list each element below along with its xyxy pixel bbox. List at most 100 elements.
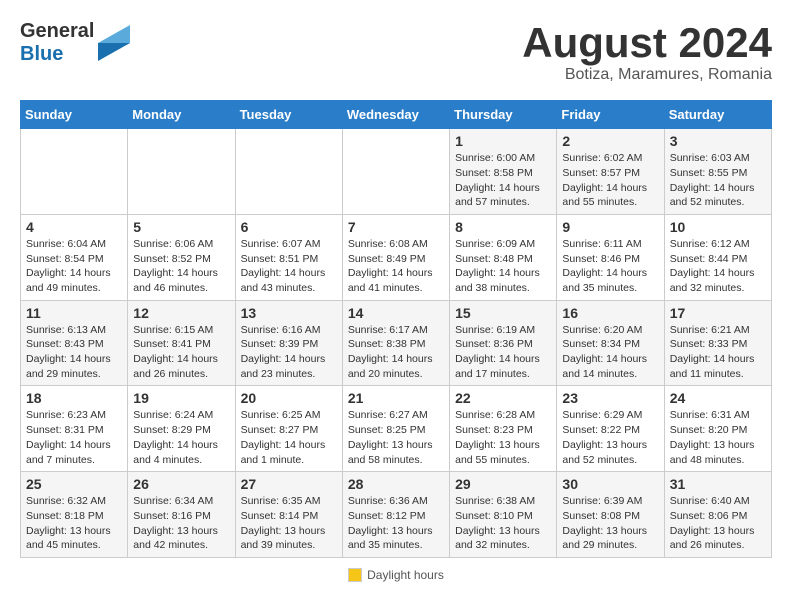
calendar-cell: 24 Sunrise: 6:31 AMSunset: 8:20 PMDayligh… — [664, 386, 771, 472]
logo-icon — [98, 25, 130, 61]
day-number: 18 — [26, 390, 122, 406]
day-info: Sunrise: 6:12 AMSunset: 8:44 PMDaylight:… — [670, 237, 766, 296]
day-number: 15 — [455, 305, 551, 321]
day-number: 6 — [241, 219, 337, 235]
day-info: Sunrise: 6:11 AMSunset: 8:46 PMDaylight:… — [562, 237, 658, 296]
calendar-cell: 28 Sunrise: 6:36 AMSunset: 8:12 PMDayligh… — [342, 472, 449, 558]
day-info: Sunrise: 6:03 AMSunset: 8:55 PMDaylight:… — [670, 151, 766, 210]
week-row-5: 25Sunrise: 6:32 AMSunset: 8:18 PMDayligh… — [21, 472, 772, 558]
col-header-thursday: Thursday — [450, 101, 557, 129]
calendar-cell: 14Sunrise: 6:17 AMSunset: 8:38 PMDayligh… — [342, 300, 449, 386]
calendar-cell — [128, 129, 235, 215]
day-info: Sunrise: 6:19 AMSunset: 8:36 PMDaylight:… — [455, 323, 551, 382]
day-number: 28 — [348, 476, 444, 492]
day-info: Sunrise: 6:25 AMSunset: 8:27 PMDaylight:… — [241, 408, 337, 467]
day-number: 23 — [562, 390, 658, 406]
day-info: Sunrise: 6:38 AMSunset: 8:10 PMDaylight:… — [455, 494, 551, 553]
calendar-cell: 16 Sunrise: 6:20 AMSunset: 8:34 PMDayligh… — [557, 300, 664, 386]
calendar-cell: 20 Sunrise: 6:25 AMSunset: 8:27 PMDayligh… — [235, 386, 342, 472]
day-number: 26 — [133, 476, 229, 492]
day-number: 5 — [133, 219, 229, 235]
col-header-tuesday: Tuesday — [235, 101, 342, 129]
calendar-cell: 11Sunrise: 6:13 AMSunset: 8:43 PMDayligh… — [21, 300, 128, 386]
calendar-cell: 31Sunrise: 6:40 AMSunset: 8:06 PMDayligh… — [664, 472, 771, 558]
calendar-cell: 9 Sunrise: 6:11 AMSunset: 8:46 PMDaylight… — [557, 214, 664, 300]
logo-general-text: General — [20, 20, 94, 42]
logo-blue-text: Blue — [20, 43, 63, 65]
day-number: 7 — [348, 219, 444, 235]
day-info: Sunrise: 6:13 AMSunset: 8:43 PMDaylight:… — [26, 323, 122, 382]
calendar-cell: 29Sunrise: 6:38 AMSunset: 8:10 PMDayligh… — [450, 472, 557, 558]
day-info: Sunrise: 6:09 AMSunset: 8:48 PMDaylight:… — [455, 237, 551, 296]
calendar-cell: 13 Sunrise: 6:16 AMSunset: 8:39 PMDayligh… — [235, 300, 342, 386]
day-number: 24 — [670, 390, 766, 406]
logo: General Blue — [20, 20, 130, 66]
day-info: Sunrise: 6:29 AMSunset: 8:22 PMDaylight:… — [562, 408, 658, 467]
calendar-table: SundayMondayTuesdayWednesdayThursdayFrid… — [20, 100, 772, 558]
day-info: Sunrise: 6:07 AMSunset: 8:51 PMDaylight:… — [241, 237, 337, 296]
day-info: Sunrise: 6:27 AMSunset: 8:25 PMDaylight:… — [348, 408, 444, 467]
day-info: Sunrise: 6:06 AMSunset: 8:52 PMDaylight:… — [133, 237, 229, 296]
day-number: 16 — [562, 305, 658, 321]
day-number: 4 — [26, 219, 122, 235]
legend-daylight-label: Daylight hours — [367, 568, 444, 582]
legend-box-daylight — [348, 568, 362, 582]
calendar-cell: 15 Sunrise: 6:19 AMSunset: 8:36 PMDayligh… — [450, 300, 557, 386]
calendar-cell: 19Sunrise: 6:24 AMSunset: 8:29 PMDayligh… — [128, 386, 235, 472]
day-info: Sunrise: 6:36 AMSunset: 8:12 PMDaylight:… — [348, 494, 444, 553]
legend-daylight: Daylight hours — [348, 568, 444, 582]
col-header-monday: Monday — [128, 101, 235, 129]
calendar-cell: 26 Sunrise: 6:34 AMSunset: 8:16 PMDayligh… — [128, 472, 235, 558]
day-info: Sunrise: 6:28 AMSunset: 8:23 PMDaylight:… — [455, 408, 551, 467]
day-info: Sunrise: 6:16 AMSunset: 8:39 PMDaylight:… — [241, 323, 337, 382]
day-info: Sunrise: 6:23 AMSunset: 8:31 PMDaylight:… — [26, 408, 122, 467]
calendar-header-row: SundayMondayTuesdayWednesdayThursdayFrid… — [21, 101, 772, 129]
calendar-cell: 22 Sunrise: 6:28 AMSunset: 8:23 PMDayligh… — [450, 386, 557, 472]
week-row-3: 11Sunrise: 6:13 AMSunset: 8:43 PMDayligh… — [21, 300, 772, 386]
calendar-cell: 27 Sunrise: 6:35 AMSunset: 8:14 PMDayligh… — [235, 472, 342, 558]
calendar-cell: 18 Sunrise: 6:23 AMSunset: 8:31 PMDayligh… — [21, 386, 128, 472]
calendar-cell: 10Sunrise: 6:12 AMSunset: 8:44 PMDayligh… — [664, 214, 771, 300]
day-number: 8 — [455, 219, 551, 235]
calendar-cell: 21Sunrise: 6:27 AMSunset: 8:25 PMDayligh… — [342, 386, 449, 472]
calendar-cell: 4Sunrise: 6:04 AMSunset: 8:54 PMDaylight… — [21, 214, 128, 300]
subtitle: Botiza, Maramures, Romania — [522, 66, 772, 84]
day-info: Sunrise: 6:34 AMSunset: 8:16 PMDaylight:… — [133, 494, 229, 553]
week-row-1: 1Sunrise: 6:00 AMSunset: 8:58 PMDaylight… — [21, 129, 772, 215]
day-number: 9 — [562, 219, 658, 235]
day-number: 25 — [26, 476, 122, 492]
day-number: 27 — [241, 476, 337, 492]
col-header-friday: Friday — [557, 101, 664, 129]
footer-legend: Daylight hours — [20, 568, 772, 582]
calendar-cell — [342, 129, 449, 215]
week-row-4: 18 Sunrise: 6:23 AMSunset: 8:31 PMDayligh… — [21, 386, 772, 472]
calendar-cell: 30 Sunrise: 6:39 AMSunset: 8:08 PMDayligh… — [557, 472, 664, 558]
day-number: 19 — [133, 390, 229, 406]
day-info: Sunrise: 6:21 AMSunset: 8:33 PMDaylight:… — [670, 323, 766, 382]
day-number: 3 — [670, 133, 766, 149]
day-info: Sunrise: 6:20 AMSunset: 8:34 PMDaylight:… — [562, 323, 658, 382]
day-info: Sunrise: 6:31 AMSunset: 8:20 PMDaylight:… — [670, 408, 766, 467]
day-number: 1 — [455, 133, 551, 149]
day-number: 30 — [562, 476, 658, 492]
col-header-saturday: Saturday — [664, 101, 771, 129]
calendar-cell — [21, 129, 128, 215]
calendar-cell: 25Sunrise: 6:32 AMSunset: 8:18 PMDayligh… — [21, 472, 128, 558]
day-info: Sunrise: 6:35 AMSunset: 8:14 PMDaylight:… — [241, 494, 337, 553]
page-header: General Blue August 2024 Botiza, Maramur… — [20, 20, 772, 84]
day-info: Sunrise: 6:17 AMSunset: 8:38 PMDaylight:… — [348, 323, 444, 382]
title-block: August 2024 Botiza, Maramures, Romania — [522, 20, 772, 84]
day-number: 17 — [670, 305, 766, 321]
calendar-cell: 3 Sunrise: 6:03 AMSunset: 8:55 PMDaylight… — [664, 129, 771, 215]
col-header-wednesday: Wednesday — [342, 101, 449, 129]
footer: Daylight hours — [20, 568, 772, 582]
day-info: Sunrise: 6:08 AMSunset: 8:49 PMDaylight:… — [348, 237, 444, 296]
day-number: 20 — [241, 390, 337, 406]
col-header-sunday: Sunday — [21, 101, 128, 129]
day-number: 22 — [455, 390, 551, 406]
calendar-cell: 23 Sunrise: 6:29 AMSunset: 8:22 PMDayligh… — [557, 386, 664, 472]
day-number: 13 — [241, 305, 337, 321]
day-info: Sunrise: 6:39 AMSunset: 8:08 PMDaylight:… — [562, 494, 658, 553]
calendar-cell: 6 Sunrise: 6:07 AMSunset: 8:51 PMDaylight… — [235, 214, 342, 300]
day-number: 12 — [133, 305, 229, 321]
